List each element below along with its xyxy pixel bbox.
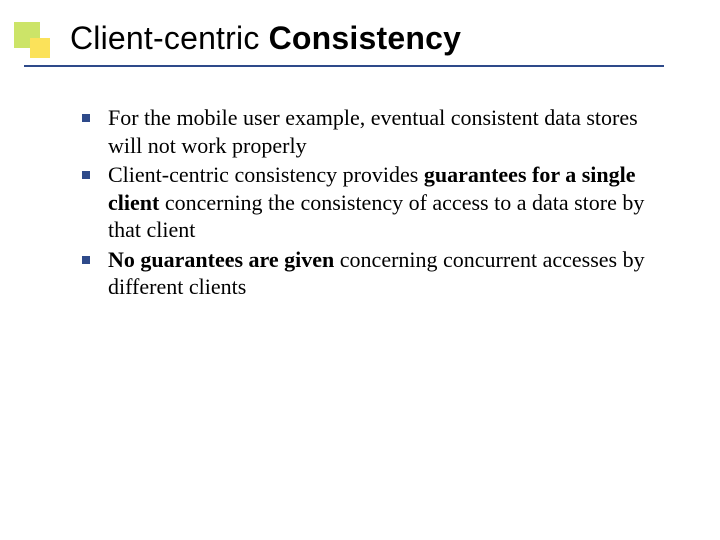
bullet-icon <box>82 171 90 179</box>
bullet-icon <box>82 114 90 122</box>
accent-square-yellow <box>30 38 50 58</box>
title-part2: Consistency <box>269 20 461 56</box>
title-underline <box>24 65 664 67</box>
bullet-icon <box>82 256 90 264</box>
title-part1: Client-centric <box>70 20 269 56</box>
title-accent <box>14 22 54 62</box>
bullet-text: For the mobile user example, eventual co… <box>108 105 638 158</box>
bullet-list: For the mobile user example, eventual co… <box>82 104 672 303</box>
slide-title: Client-centric Consistency <box>70 20 461 57</box>
bullet-text: Client-centric consistency provides guar… <box>108 162 644 242</box>
list-item: For the mobile user example, eventual co… <box>82 104 672 159</box>
list-item: No guarantees are given concerning concu… <box>82 246 672 301</box>
bullet-text: No guarantees are given concerning concu… <box>108 247 645 300</box>
list-item: Client-centric consistency provides guar… <box>82 161 672 244</box>
